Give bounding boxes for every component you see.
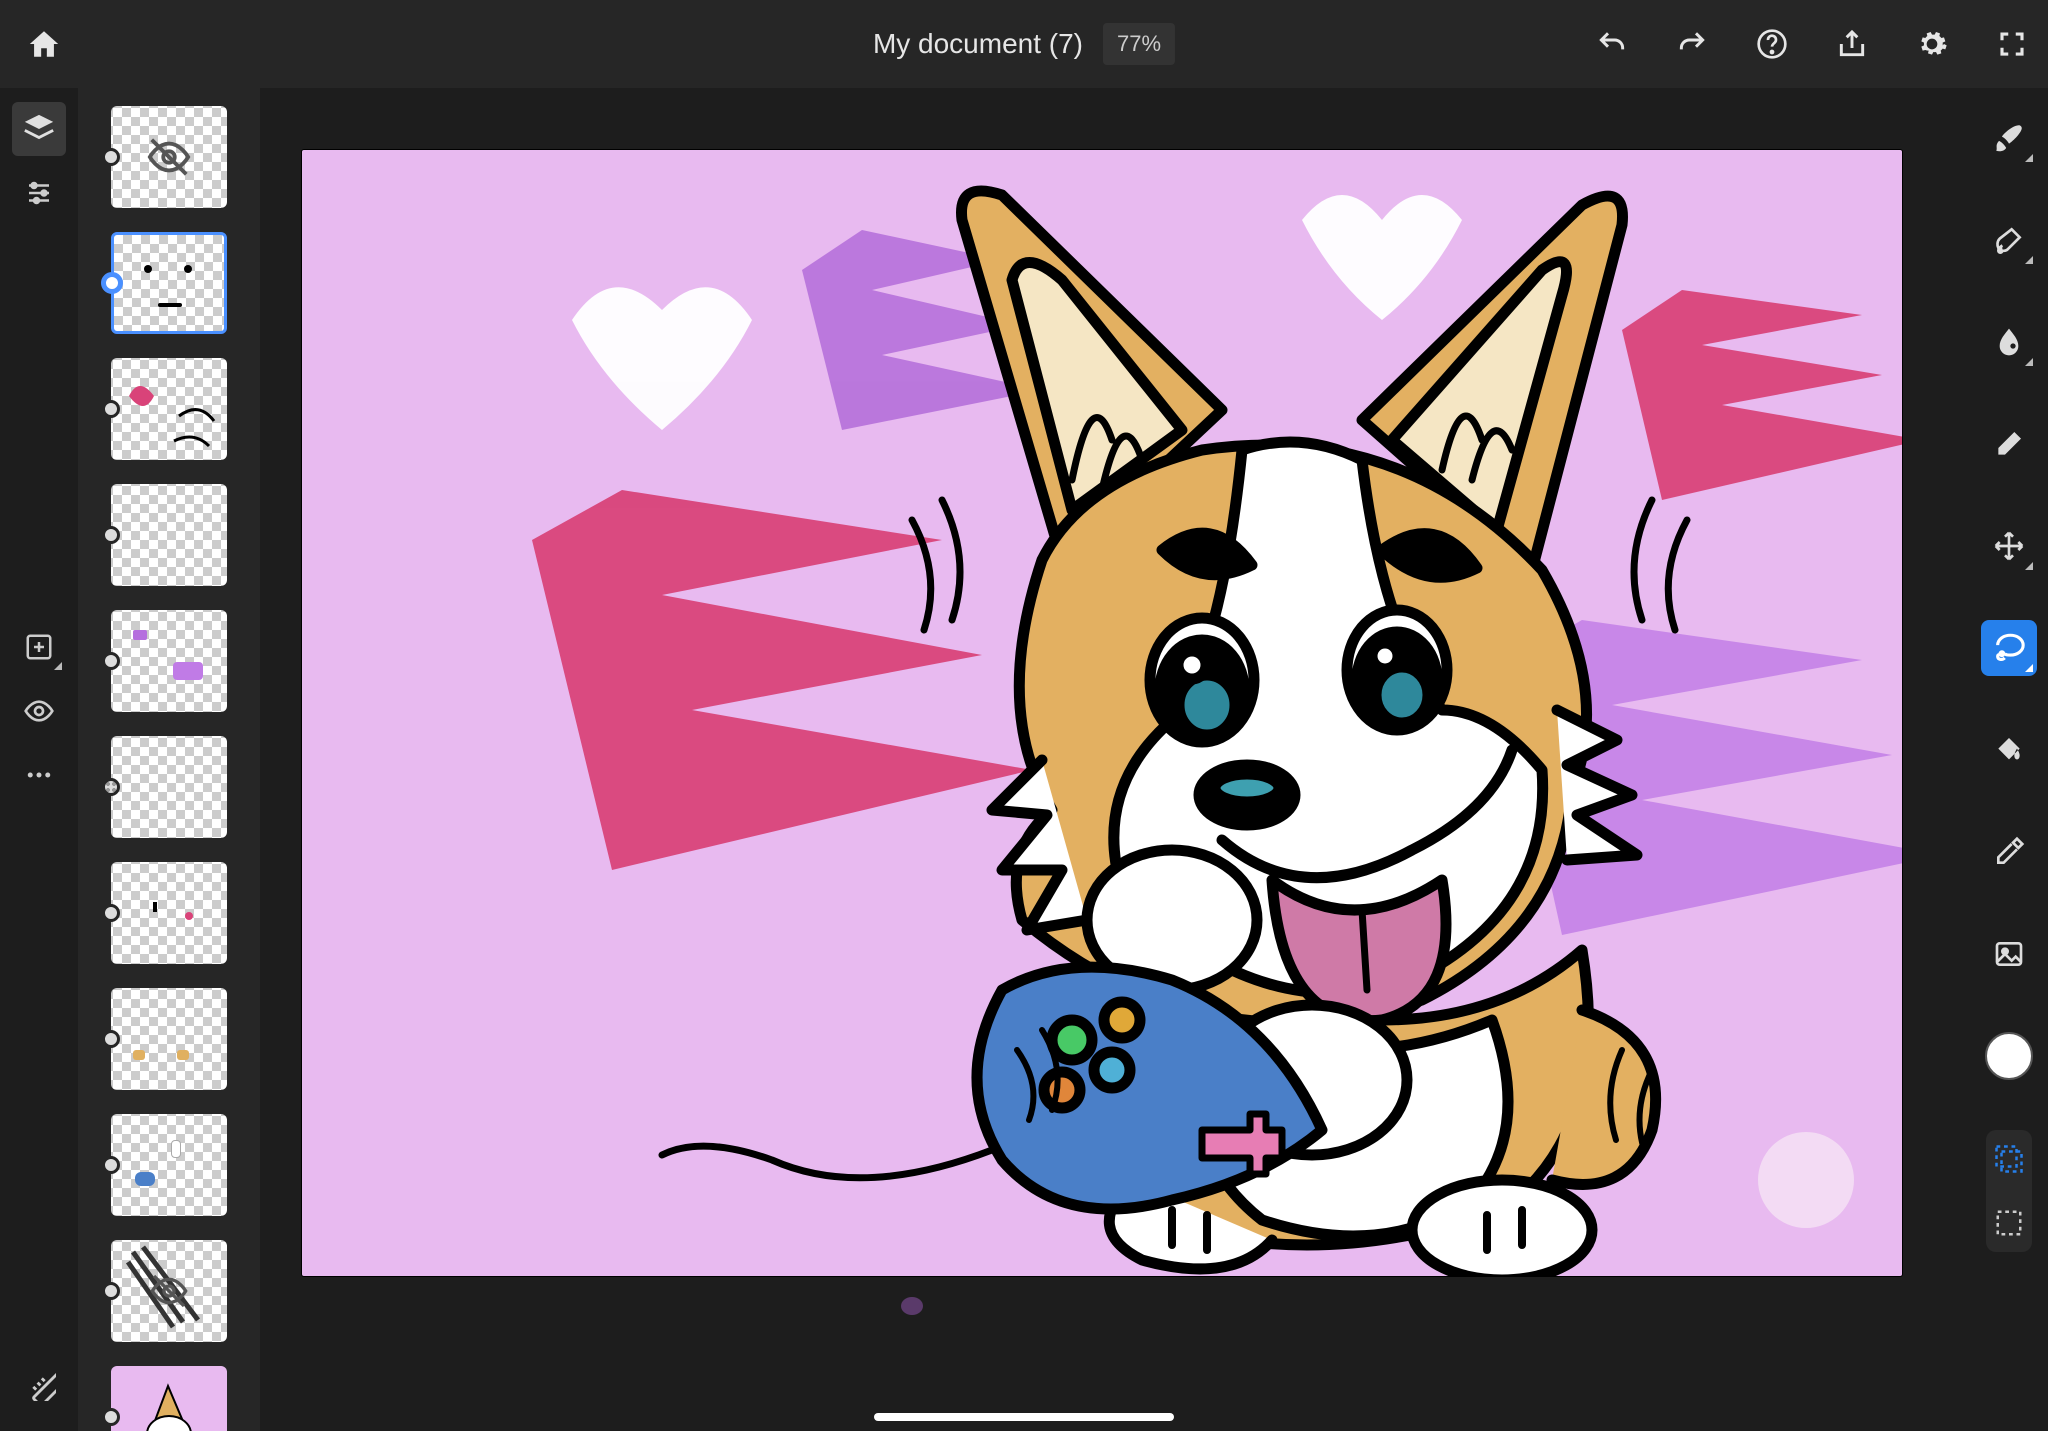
lasso-tool[interactable] [1981, 620, 2037, 676]
image-icon [1993, 938, 2025, 970]
canvas[interactable] [302, 150, 1902, 1276]
rect-select-mode[interactable] [1994, 1144, 2024, 1174]
color-swatch[interactable] [1981, 1028, 2037, 1084]
undo-icon [1596, 27, 1628, 61]
layer-thumb[interactable] [111, 862, 227, 964]
help-button[interactable] [1756, 28, 1788, 60]
layer-thumb[interactable] [111, 484, 227, 586]
more-button[interactable] [12, 748, 66, 802]
artwork [302, 150, 1902, 1276]
marquee-icon [1994, 1208, 2024, 1238]
layer-thumb[interactable] [111, 610, 227, 712]
eraser-tool[interactable] [1981, 416, 2037, 472]
layers-panel [78, 88, 260, 1431]
move-icon [1993, 530, 2025, 562]
undo-button[interactable] [1596, 28, 1628, 60]
layer-thumb[interactable] [111, 736, 227, 838]
share-icon [1836, 28, 1868, 60]
redo-button[interactable] [1676, 28, 1708, 60]
ruler-button[interactable] [0, 1367, 78, 1401]
layer-visibility-dot[interactable] [101, 272, 123, 294]
zoom-level[interactable]: 77% [1103, 23, 1175, 65]
visibility-button[interactable] [12, 684, 66, 738]
hidden-eye-icon [146, 134, 192, 180]
fill-tool[interactable] [1981, 722, 2037, 778]
plus-square-icon [24, 632, 54, 662]
paint-tool[interactable] [1981, 212, 2037, 268]
top-right-actions [1596, 0, 2028, 88]
layer-thumb[interactable] [111, 358, 227, 460]
smudge-tool[interactable] [1981, 314, 2037, 370]
document-title[interactable]: My document (7) [873, 28, 1083, 60]
redo-icon [1676, 27, 1708, 61]
layer-thumb[interactable] [111, 232, 227, 334]
eraser-icon [1993, 428, 2025, 460]
layer-visibility-dot[interactable] [102, 148, 120, 166]
layer-visibility-dot[interactable] [102, 904, 120, 922]
layers-icon [22, 112, 56, 146]
move-tool[interactable] [1981, 518, 2037, 574]
current-color [1985, 1032, 2033, 1080]
top-bar: My document (7) 77% [0, 0, 2048, 88]
home-button[interactable] [0, 0, 88, 88]
fullscreen-icon [1997, 29, 2027, 59]
settings-button[interactable] [1916, 28, 1948, 60]
brush-cursor [1758, 1132, 1854, 1228]
eyedropper-icon [1993, 836, 2025, 868]
add-layer-button[interactable] [12, 620, 66, 674]
layer-visibility-dot[interactable] [102, 778, 120, 796]
layer-thumb[interactable] [111, 1366, 227, 1431]
layer-thumb[interactable] [111, 988, 227, 1090]
eye-icon [23, 695, 55, 727]
share-button[interactable] [1836, 28, 1868, 60]
layer-thumb[interactable] [111, 1114, 227, 1216]
lasso-icon [1992, 631, 2026, 665]
layer-thumb[interactable] [111, 1240, 227, 1342]
ruler-icon [22, 1367, 56, 1401]
layer-visibility-dot[interactable] [102, 1030, 120, 1048]
rect-select-icon [1994, 1144, 2024, 1174]
bucket-icon [1993, 734, 2025, 766]
right-toolbar [1970, 88, 2048, 1431]
eyedropper-tool[interactable] [1981, 824, 2037, 880]
layer-visibility-dot[interactable] [102, 400, 120, 418]
canvas-anchor-dot [900, 1296, 924, 1320]
ellipsis-icon [24, 760, 54, 790]
adjustments-button[interactable] [12, 166, 66, 220]
paint-icon [1993, 224, 2025, 256]
home-indicator [874, 1413, 1174, 1421]
fullscreen-button[interactable] [1996, 28, 2028, 60]
document-title-group: My document (7) 77% [873, 23, 1175, 65]
layer-visibility-dot[interactable] [102, 526, 120, 544]
layer-thumb[interactable] [111, 106, 227, 208]
image-tool[interactable] [1981, 926, 2037, 982]
layer-visibility-dot[interactable] [102, 1156, 120, 1174]
canvas-area [260, 88, 1970, 1431]
layer-visibility-dot[interactable] [102, 652, 120, 670]
brush-icon [1992, 121, 2026, 155]
brush-tool[interactable] [1981, 110, 2037, 166]
home-icon [27, 27, 61, 61]
gear-icon [1916, 27, 1948, 61]
left-toolbar [0, 88, 78, 1431]
hidden-eye-icon [149, 1271, 189, 1311]
marquee-select-mode[interactable] [1994, 1208, 2024, 1238]
selection-mode-group [1986, 1130, 2032, 1252]
help-icon [1756, 28, 1788, 60]
sliders-icon [24, 178, 54, 208]
layers-panel-button[interactable] [12, 102, 66, 156]
smudge-icon [1993, 326, 2025, 358]
